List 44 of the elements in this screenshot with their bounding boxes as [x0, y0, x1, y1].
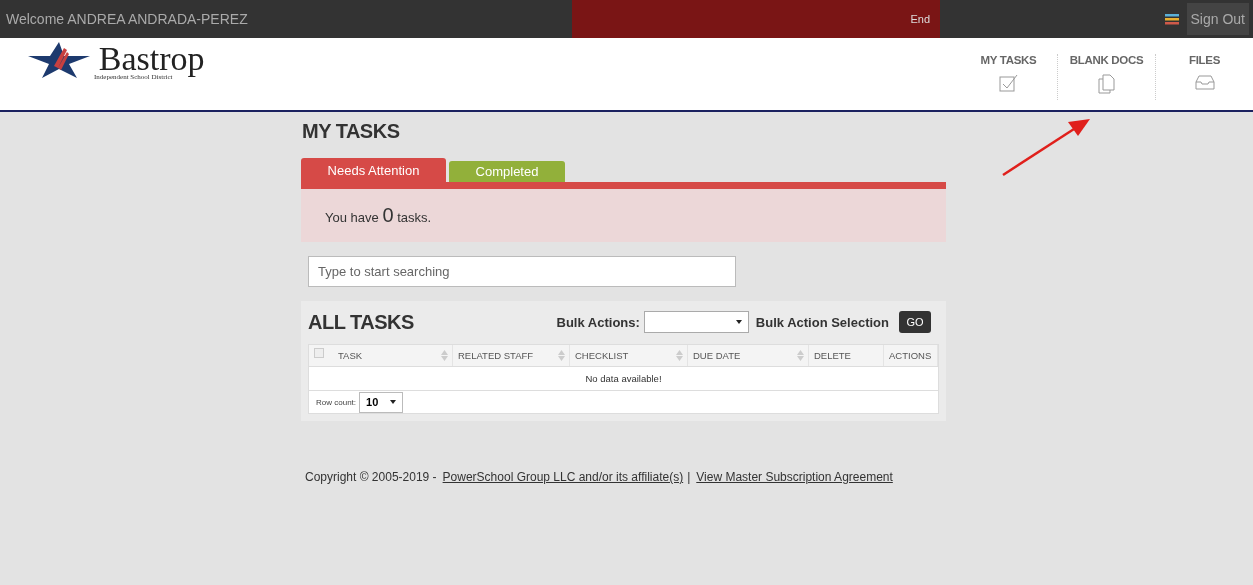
logo-name: Bastrop — [98, 42, 205, 76]
documents-icon — [1098, 74, 1115, 94]
bulk-actions-label: Bulk Actions: — [556, 314, 640, 330]
empty-message: No data available! — [585, 373, 662, 384]
row-count-label: Row count: — [316, 397, 357, 407]
sort-icon — [676, 350, 683, 361]
nav-item[interactable]: BLANK DOCS — [1057, 54, 1155, 100]
column-header: DELETE — [809, 345, 884, 366]
subscription-agreement-link[interactable]: View Master Subscription Agreement — [696, 470, 893, 484]
panel-title: ALL TASKS — [308, 310, 414, 334]
column-header[interactable]: RELATED STAFF — [453, 345, 570, 366]
column-header[interactable]: TASK — [333, 345, 453, 366]
separator-text: | — [687, 470, 691, 484]
powerschool-link[interactable]: PowerSchool Group LLC and/or its affiliate(s) — [442, 470, 684, 484]
notice-text: You have 0 tasks. — [325, 204, 432, 227]
column-header[interactable]: DUE DATE — [688, 345, 809, 366]
row-count-select[interactable]: 10 — [359, 391, 404, 413]
nav-item[interactable]: MY TASKS — [960, 54, 1057, 100]
nav-label: MY TASKS — [980, 54, 1037, 66]
sign-out-button[interactable]: Sign Out — [1186, 3, 1249, 35]
go-button[interactable]: GO — [899, 311, 931, 333]
search-field[interactable]: Type to start searching — [308, 256, 736, 287]
sort-icon — [441, 350, 448, 361]
nav-label: FILES — [1188, 54, 1221, 66]
column-header: ACTIONS — [884, 345, 938, 366]
bulk-selection-label: Bulk Action Selection — [755, 314, 889, 330]
sort-icon — [558, 350, 565, 361]
nav-label: BLANK DOCS — [1069, 54, 1144, 66]
caret-icon — [390, 400, 397, 404]
select-all-checkbox[interactable] — [314, 347, 324, 358]
tab[interactable]: Needs Attention — [301, 158, 446, 182]
welcome-text: Welcome ANDREA ANDRADA-PEREZ — [6, 11, 249, 27]
page-title: MY TASKS — [302, 120, 401, 143]
column-header[interactable]: CHECKLIST — [570, 345, 688, 366]
bulk-actions-select[interactable] — [643, 311, 749, 333]
menu-icon[interactable] — [1164, 13, 1179, 25]
nav-item[interactable]: FILES — [1155, 54, 1253, 100]
sort-icon — [797, 350, 804, 361]
star-logo-icon — [28, 42, 90, 78]
copyright-text: Copyright © 2005-2019 - — [305, 470, 437, 484]
inbox-icon — [1194, 74, 1215, 90]
caret-icon — [735, 320, 742, 324]
end-link[interactable]: End — [910, 13, 930, 25]
checkbox-icon — [998, 74, 1019, 92]
